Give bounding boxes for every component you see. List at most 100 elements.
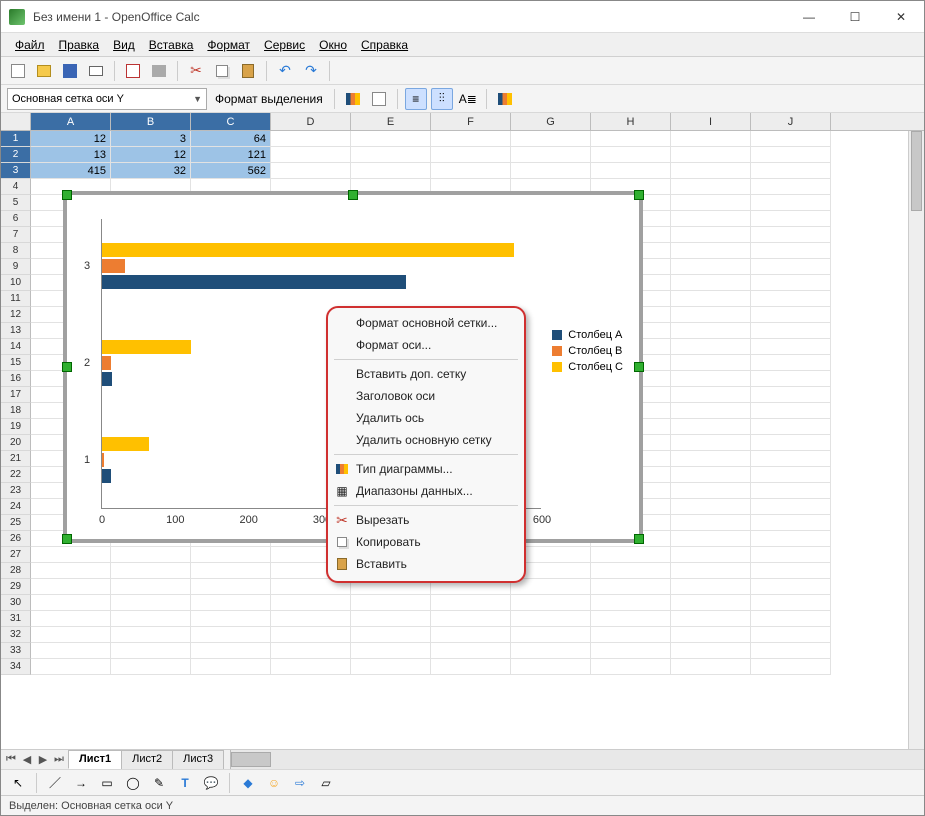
new-doc-button[interactable]: [7, 60, 29, 82]
chart-bar[interactable]: [102, 437, 149, 451]
chart-type-button[interactable]: [342, 88, 364, 110]
cm-insert-minor-grid[interactable]: Вставить доп. сетку: [328, 363, 524, 385]
cell[interactable]: [111, 627, 191, 643]
row-header[interactable]: 9: [1, 259, 31, 275]
row-header[interactable]: 3: [1, 163, 31, 179]
menu-file[interactable]: Файл: [9, 36, 51, 54]
cell[interactable]: [191, 563, 271, 579]
cell[interactable]: [271, 659, 351, 675]
close-button[interactable]: ✕: [878, 1, 924, 33]
sheet-tab-1[interactable]: Лист1: [68, 750, 122, 769]
arrows-tool[interactable]: ⇨: [289, 772, 311, 794]
cell[interactable]: [751, 515, 831, 531]
row-header[interactable]: 22: [1, 467, 31, 483]
row-header[interactable]: 4: [1, 179, 31, 195]
maximize-button[interactable]: ☐: [832, 1, 878, 33]
legend-item[interactable]: Столбец C: [552, 361, 623, 373]
cell[interactable]: [431, 611, 511, 627]
tab-first[interactable]: ⏮: [3, 753, 19, 766]
selection-dropdown[interactable]: Основная сетка оси Y ▼: [7, 88, 207, 110]
column-header[interactable]: E: [351, 113, 431, 130]
cell[interactable]: [591, 611, 671, 627]
vertical-scrollbar[interactable]: [908, 131, 924, 749]
cell[interactable]: [111, 563, 191, 579]
cell[interactable]: [751, 563, 831, 579]
legend-item[interactable]: Столбец B: [552, 345, 623, 357]
tab-next[interactable]: ▶: [35, 753, 51, 766]
cell[interactable]: [271, 131, 351, 147]
chart-bar[interactable]: [102, 275, 406, 289]
menu-edit[interactable]: Правка: [53, 36, 106, 54]
resize-handle[interactable]: [62, 534, 72, 544]
cell[interactable]: [671, 483, 751, 499]
cell[interactable]: [351, 611, 431, 627]
ellipse-tool[interactable]: ◯: [122, 772, 144, 794]
chart-bar[interactable]: [102, 453, 104, 467]
cell[interactable]: [671, 355, 751, 371]
cell[interactable]: [751, 643, 831, 659]
cm-copy[interactable]: Копировать: [328, 531, 524, 553]
cell[interactable]: [591, 147, 671, 163]
cm-chart-type[interactable]: Тип диаграммы...: [328, 458, 524, 480]
resize-handle[interactable]: [348, 190, 358, 200]
line-tool[interactable]: ／: [44, 772, 66, 794]
rect-tool[interactable]: ▭: [96, 772, 118, 794]
cell[interactable]: [751, 387, 831, 403]
cell[interactable]: [671, 387, 751, 403]
cm-format-axis[interactable]: Формат оси...: [328, 334, 524, 356]
cell[interactable]: [751, 483, 831, 499]
cell[interactable]: [511, 163, 591, 179]
cell[interactable]: [111, 611, 191, 627]
cell[interactable]: 3: [111, 131, 191, 147]
column-header[interactable]: B: [111, 113, 191, 130]
menu-help[interactable]: Справка: [355, 36, 414, 54]
redo-button[interactable]: ↷: [300, 60, 322, 82]
cell[interactable]: [511, 131, 591, 147]
cell[interactable]: [191, 643, 271, 659]
chart-bar[interactable]: [102, 469, 111, 483]
cell[interactable]: [751, 179, 831, 195]
cell[interactable]: [111, 659, 191, 675]
row-header[interactable]: 34: [1, 659, 31, 675]
row-header[interactable]: 20: [1, 435, 31, 451]
row-header[interactable]: 33: [1, 643, 31, 659]
cell[interactable]: [671, 227, 751, 243]
cell[interactable]: [271, 147, 351, 163]
cell[interactable]: [591, 627, 671, 643]
row-header[interactable]: 18: [1, 403, 31, 419]
column-header[interactable]: C: [191, 113, 271, 130]
cell[interactable]: 12: [31, 131, 111, 147]
cell[interactable]: [31, 611, 111, 627]
chart-bar[interactable]: [102, 259, 125, 273]
menu-insert[interactable]: Вставка: [143, 36, 200, 54]
cell[interactable]: [511, 579, 591, 595]
cell[interactable]: [671, 419, 751, 435]
cell[interactable]: 562: [191, 163, 271, 179]
cell[interactable]: [751, 403, 831, 419]
resize-handle[interactable]: [634, 534, 644, 544]
open-button[interactable]: [33, 60, 55, 82]
cell[interactable]: [591, 131, 671, 147]
cell[interactable]: [751, 307, 831, 323]
menu-format[interactable]: Формат: [201, 36, 256, 54]
flowchart-tool[interactable]: ▱: [315, 772, 337, 794]
cell[interactable]: [591, 563, 671, 579]
cell[interactable]: [751, 467, 831, 483]
row-header[interactable]: 7: [1, 227, 31, 243]
cell[interactable]: [751, 211, 831, 227]
cell[interactable]: [751, 371, 831, 387]
cell[interactable]: [671, 547, 751, 563]
format-selection-button[interactable]: Формат выделения: [211, 92, 327, 106]
vertical-scroll-thumb[interactable]: [911, 131, 922, 211]
cell[interactable]: [511, 611, 591, 627]
row-header[interactable]: 21: [1, 451, 31, 467]
cell[interactable]: [111, 579, 191, 595]
cell[interactable]: [671, 339, 751, 355]
cell[interactable]: [671, 435, 751, 451]
cell[interactable]: [751, 291, 831, 307]
cm-delete-axis[interactable]: Удалить ось: [328, 407, 524, 429]
cell[interactable]: [751, 147, 831, 163]
cell[interactable]: [351, 627, 431, 643]
cell[interactable]: [191, 611, 271, 627]
horizontal-scroll-thumb[interactable]: [231, 752, 271, 767]
